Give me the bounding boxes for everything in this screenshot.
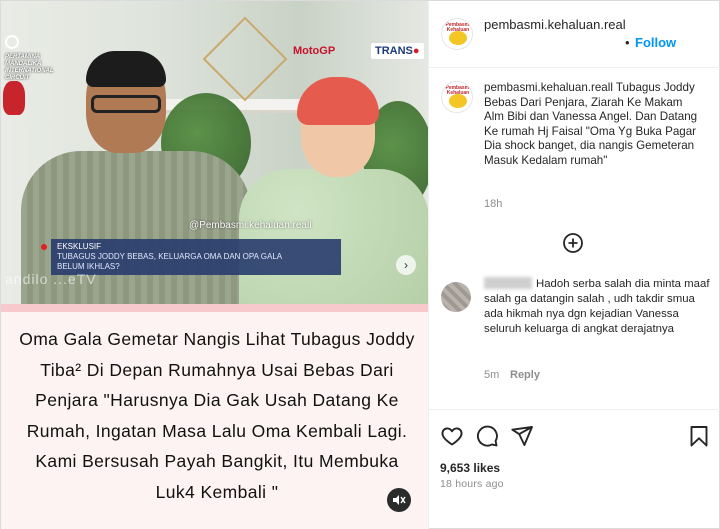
comment-button[interactable]	[475, 424, 499, 448]
caption-username[interactable]: pembasmi.kehaluan.reall	[484, 81, 613, 94]
separator-dot: •	[625, 35, 630, 50]
quote-card-text: Oma Gala Gemetar Nangis Lihat Tubagus Jo…	[19, 329, 415, 502]
plus-circle-icon	[563, 233, 583, 253]
comment-text: Hadoh serba salah dia minta maaf salah g…	[484, 277, 710, 337]
comment-icon	[476, 425, 498, 447]
caption-text: pembasmi.kehaluan.reall Tubagus Joddy Be…	[484, 81, 704, 169]
avatar-emoji	[449, 94, 467, 108]
post-header: Pembasmi Kehaluan pembasmi.kehaluan.real…	[429, 1, 720, 68]
man-hair	[86, 51, 166, 87]
post-age[interactable]: 18 hours ago	[440, 478, 504, 490]
caption-timestamp: 18h	[484, 198, 503, 210]
load-more-comments-button[interactable]	[562, 232, 584, 254]
bookmark-icon	[690, 426, 708, 447]
speaker-muted-icon	[393, 495, 406, 505]
channel-watermark: andilo ...eTV	[5, 271, 97, 287]
instagram-post-window: PERTAMINA MANDALIKA INTERNATIONAL CIRCUI…	[0, 0, 720, 529]
mute-button[interactable]	[387, 488, 411, 512]
lower-third-subline: BELUM IKHLAS?	[57, 262, 120, 271]
trans-logo: TRANS●	[371, 43, 424, 59]
author-avatar[interactable]: Pembasmi Kehaluan	[441, 18, 473, 50]
like-button[interactable]	[440, 424, 464, 448]
next-slide-button[interactable]: ›	[396, 255, 416, 275]
reply-button[interactable]: Reply	[510, 369, 540, 381]
avatar-emoji	[449, 31, 467, 45]
video-watermark: @Pembasmi.kehaluan.reall	[189, 220, 312, 231]
circuit-logo: PERTAMINA MANDALIKA INTERNATIONAL CIRCUI…	[5, 35, 54, 82]
quote-card: Oma Gala Gemetar Nangis Lihat Tubagus Jo…	[1, 304, 428, 529]
man-glasses	[91, 95, 161, 113]
lower-third-label: EKSKLUSIF	[57, 242, 102, 251]
commenter-avatar[interactable]	[441, 282, 471, 312]
post-side-panel: Pembasmi Kehaluan pembasmi.kehaluan.real…	[428, 1, 720, 529]
lower-third-headline: TUBAGUS JODDY BEBAS, KELUARGA OMA DAN OP…	[57, 252, 283, 261]
comment-content: Hadoh serba salah dia minta maaf salah g…	[484, 278, 710, 335]
save-button[interactable]	[687, 424, 711, 448]
follow-button[interactable]: Follow	[635, 35, 676, 50]
red-vase	[3, 81, 25, 115]
heart-icon	[441, 427, 463, 446]
woman-figure	[239, 169, 428, 304]
trans-logo-text: TRANS	[375, 45, 413, 57]
caption-author-avatar[interactable]: Pembasmi Kehaluan	[441, 81, 473, 113]
like-count[interactable]: 9,653 likes	[440, 461, 500, 475]
post-actions: 9,653 likes 18 hours ago	[429, 409, 720, 529]
live-dot-icon	[41, 244, 47, 250]
video-player[interactable]: PERTAMINA MANDALIKA INTERNATIONAL CIRCUI…	[1, 1, 428, 304]
circuit-logo-text: PERTAMINA MANDALIKA INTERNATIONAL CIRCUI…	[5, 54, 54, 81]
share-button[interactable]	[510, 424, 534, 448]
motogp-logo: MotoGP	[293, 45, 336, 57]
send-icon	[511, 426, 533, 446]
news-lower-third: EKSKLUSIF TUBAGUS JODDY BEBAS, KELUARGA …	[41, 239, 341, 275]
circuit-logo-mark	[5, 35, 19, 49]
author-username[interactable]: pembasmi.kehaluan.real	[484, 16, 626, 33]
post-media: PERTAMINA MANDALIKA INTERNATIONAL CIRCUI…	[1, 1, 428, 529]
comment-timestamp: 5m	[484, 369, 500, 381]
